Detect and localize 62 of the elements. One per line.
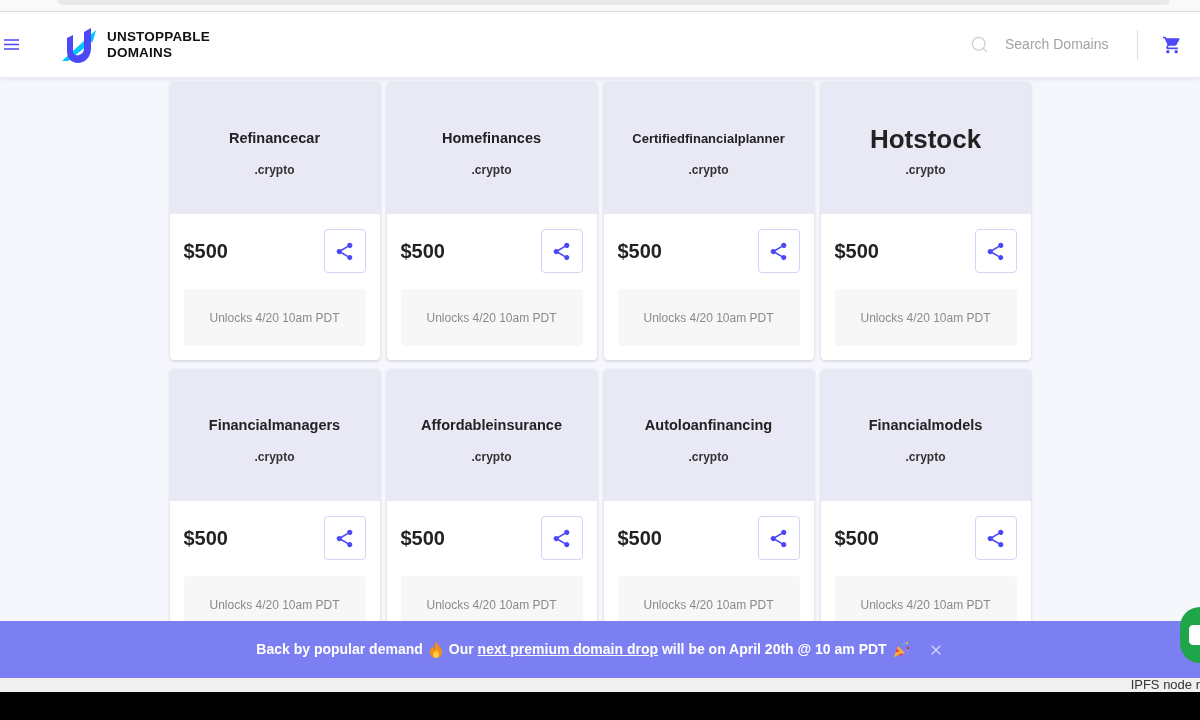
share-icon: [985, 240, 1006, 262]
banner-text: Back by popular demand: [256, 640, 423, 659]
share-button[interactable]: [757, 229, 800, 273]
domain-name: Financialmanagers: [208, 416, 341, 436]
logo-icon: [60, 25, 98, 64]
domain-price: $500: [834, 526, 879, 551]
domain-extension: .crypto: [905, 449, 946, 465]
domain-extension: .crypto: [471, 449, 512, 465]
unlock-notice: Unlocks 4/20 10am PDT: [617, 289, 800, 346]
domain-name: Hotstock: [869, 122, 982, 156]
share-icon: [768, 240, 789, 262]
domain-name: Homefinances: [441, 129, 542, 149]
unlock-notice: Unlocks 4/20 10am PDT: [183, 289, 366, 346]
domain-extension: .crypto: [254, 449, 295, 465]
brand-name[interactable]: UNSTOPPABLE DOMAINS: [107, 28, 210, 61]
chat-bubble-icon: [1189, 625, 1200, 645]
share-icon: [334, 240, 355, 262]
domain-extension: .crypto: [471, 162, 512, 178]
unlock-notice: Unlocks 4/20 10am PDT: [400, 289, 583, 346]
share-button[interactable]: [323, 229, 366, 273]
cart-button[interactable]: [1162, 34, 1182, 55]
search-icon: [970, 35, 989, 54]
unlock-notice: Unlocks 4/20 10am PDT: [400, 576, 583, 621]
domain-name: Affordableinsurance: [421, 416, 562, 436]
share-button[interactable]: [974, 229, 1017, 273]
menu-button[interactable]: [4, 38, 19, 51]
share-button[interactable]: [323, 516, 366, 560]
domain-price: $500: [400, 239, 445, 264]
domain-extension: .crypto: [254, 162, 295, 178]
search-field[interactable]: Search Domains: [1005, 34, 1123, 55]
domain-price: $500: [834, 239, 879, 264]
share-icon: [551, 527, 572, 549]
domain-price: $500: [617, 239, 662, 264]
unlock-notice: Unlocks 4/20 10am PDT: [834, 576, 1017, 621]
fire-icon: [428, 641, 443, 658]
domain-name: Certifiedfinancialplanner: [632, 130, 785, 149]
unlock-notice: Unlocks 4/20 10am PDT: [617, 576, 800, 621]
domain-price: $500: [183, 526, 228, 551]
domain-extension: .crypto: [905, 162, 946, 178]
domain-price: $500: [400, 526, 445, 551]
share-icon: [551, 240, 572, 262]
share-button[interactable]: [540, 516, 583, 560]
domain-price: $500: [183, 239, 228, 264]
cart-icon: [1162, 34, 1182, 55]
unlock-notice: Unlocks 4/20 10am PDT: [834, 289, 1017, 346]
share-icon: [334, 527, 355, 549]
domain-name: Autoloanfinancing: [644, 416, 773, 436]
domain-extension: .crypto: [688, 162, 729, 178]
unlock-notice: Unlocks 4/20 10am PDT: [183, 576, 366, 621]
banner-text: Our next premium domain drop will be on April 20th @ 10 am PDT: [448, 640, 887, 659]
share-icon: [985, 527, 1006, 549]
party-popper-icon: [892, 641, 910, 658]
status-text: IPFS node r: [1130, 678, 1200, 692]
share-button[interactable]: [757, 516, 800, 560]
menu-icon: [4, 39, 19, 50]
domain-name: Refinancecar: [228, 129, 321, 149]
share-icon: [768, 527, 789, 549]
domain-extension: .crypto: [688, 449, 729, 465]
share-button[interactable]: [974, 516, 1017, 560]
domain-price: $500: [617, 526, 662, 551]
domain-name: Financialmodels: [868, 416, 983, 436]
share-button[interactable]: [540, 229, 583, 273]
